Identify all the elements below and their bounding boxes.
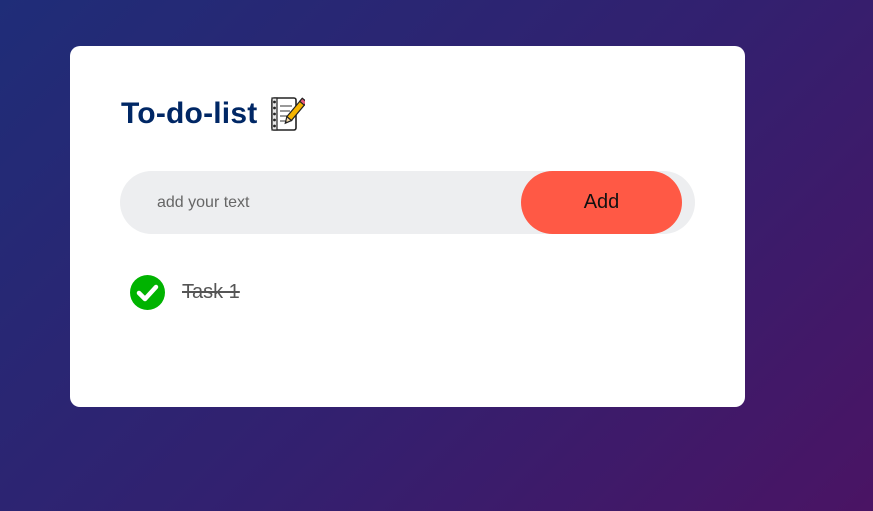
add-task-row: Add (120, 171, 695, 234)
notebook-with-pencil-icon (269, 94, 309, 134)
list-item[interactable]: Task 1 (130, 274, 240, 310)
checked-circle-icon[interactable] (130, 274, 165, 310)
task-text-input[interactable] (120, 171, 520, 234)
todo-card: To-do-list add your text Add Task 1 (70, 46, 745, 407)
page-title: To-do-list (121, 97, 258, 130)
task-label: Task 1 (182, 280, 240, 303)
task-list: Task 1 (130, 274, 240, 310)
header: To-do-list (121, 94, 309, 134)
add-button[interactable]: Add (521, 171, 682, 234)
